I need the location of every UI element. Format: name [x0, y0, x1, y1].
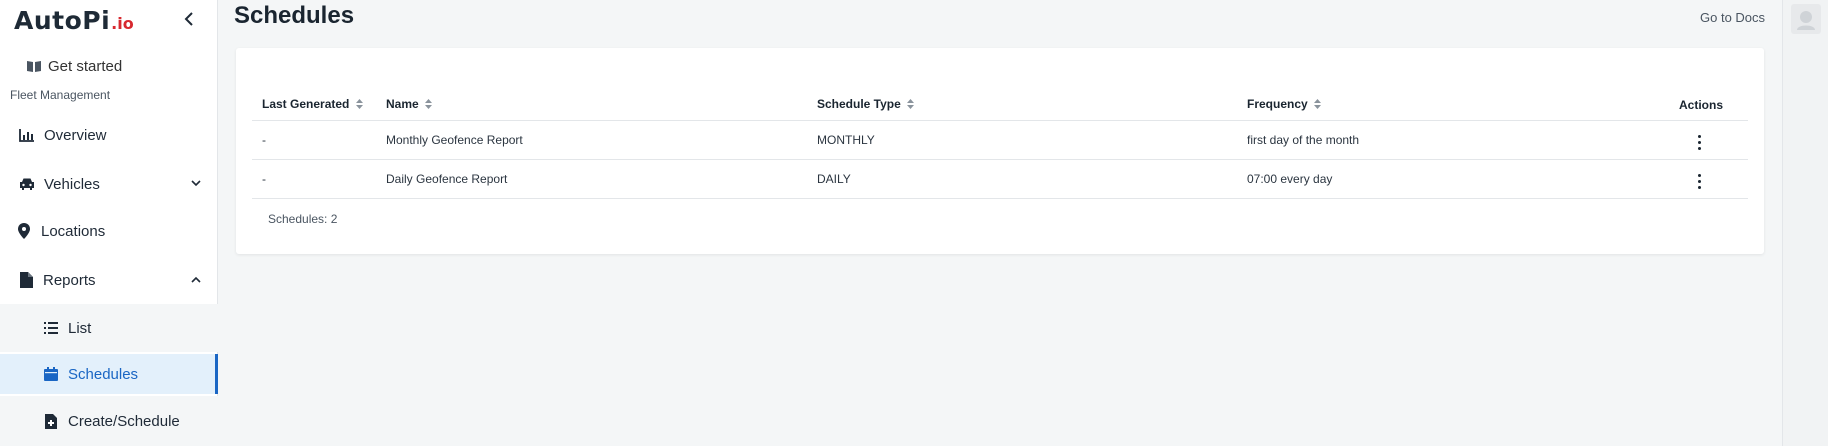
column-header-frequency[interactable]: Frequency: [1237, 90, 1669, 121]
sort-icon: [355, 98, 363, 112]
bar-chart-icon: [18, 126, 36, 144]
cell-schedule-type: DAILY: [807, 159, 1237, 199]
sidebar-item-create-schedule[interactable]: Create/Schedule: [0, 396, 218, 446]
column-header-schedule-type[interactable]: Schedule Type: [807, 90, 1237, 121]
calendar-icon: [42, 365, 60, 383]
autopi-logo[interactable]: AutoPi .io: [14, 6, 134, 38]
cell-actions: [1669, 120, 1748, 160]
chevron-left-icon: [184, 12, 193, 26]
collapse-sidebar-button[interactable]: [180, 8, 198, 30]
sidebar-item-label: Vehicles: [44, 175, 100, 193]
logo-suffix: .io: [111, 14, 134, 33]
more-actions-icon[interactable]: [1694, 172, 1705, 191]
cell-frequency: first day of the month: [1237, 120, 1669, 160]
sort-icon: [1314, 98, 1322, 112]
map-pin-icon: [15, 222, 33, 240]
cell-actions: [1669, 159, 1748, 199]
cell-name: Daily Geofence Report: [376, 159, 807, 199]
schedules-table: Last Generated Name Schedule Type Freque…: [252, 90, 1748, 199]
sidebar-item-label: Locations: [41, 222, 106, 240]
sort-icon: [907, 98, 915, 112]
table-row[interactable]: - Daily Geofence Report DAILY 07:00 ever…: [252, 159, 1748, 199]
sidebar-item-schedules[interactable]: Schedules: [0, 354, 218, 394]
sidebar-item-label: List: [68, 319, 92, 337]
cell-schedule-type: MONTHLY: [807, 120, 1237, 160]
sidebar-item-overview[interactable]: Overview: [0, 113, 218, 157]
sidebar-item-label: Schedules: [68, 365, 139, 383]
file-add-icon: [42, 412, 60, 430]
list-icon: [42, 319, 60, 337]
go-to-docs-link[interactable]: Go to Docs: [1700, 10, 1765, 25]
sidebar-item-label: Overview: [44, 126, 107, 144]
cell-last-generated: -: [252, 159, 376, 199]
sidebar: AutoPi .io Get started Fleet Management …: [0, 0, 218, 446]
right-rail: [1782, 0, 1828, 446]
cell-last-generated: -: [252, 120, 376, 160]
schedules-card: Last Generated Name Schedule Type Freque…: [236, 48, 1764, 254]
table-header-row: Last Generated Name Schedule Type Freque…: [252, 90, 1748, 121]
column-header-name[interactable]: Name: [376, 90, 807, 121]
sidebar-item-list[interactable]: List: [0, 304, 218, 352]
sidebar-item-label: Create/Schedule: [68, 412, 180, 430]
page-title: Schedules: [234, 2, 355, 29]
sidebar-item-reports[interactable]: Reports: [0, 258, 218, 302]
cell-frequency: 07:00 every day: [1237, 159, 1669, 199]
sidebar-item-locations[interactable]: Locations: [0, 209, 218, 253]
table-row[interactable]: - Monthly Geofence Report MONTHLY first …: [252, 120, 1748, 160]
logo-main: AutoPi: [14, 6, 111, 35]
car-icon: [18, 175, 36, 193]
schedules-count: Schedules: 2: [268, 212, 338, 226]
book-icon: [27, 61, 41, 72]
get-started-link[interactable]: Get started: [26, 56, 122, 76]
more-actions-icon[interactable]: [1694, 133, 1705, 152]
sidebar-item-vehicles[interactable]: Vehicles: [0, 162, 218, 206]
get-started-label: Get started: [48, 57, 123, 75]
document-icon: [17, 271, 35, 289]
user-avatar-icon: [1797, 11, 1815, 30]
chevron-up-icon: [190, 273, 202, 285]
avatar[interactable]: [1791, 4, 1821, 34]
sidebar-item-label: Reports: [43, 271, 96, 289]
column-header-actions: Actions: [1669, 90, 1748, 121]
cell-name: Monthly Geofence Report: [376, 120, 807, 160]
chevron-down-icon: [190, 177, 202, 189]
sort-icon: [425, 98, 433, 112]
column-header-last-generated[interactable]: Last Generated: [252, 90, 376, 121]
section-label-fleet-management: Fleet Management: [10, 88, 111, 102]
